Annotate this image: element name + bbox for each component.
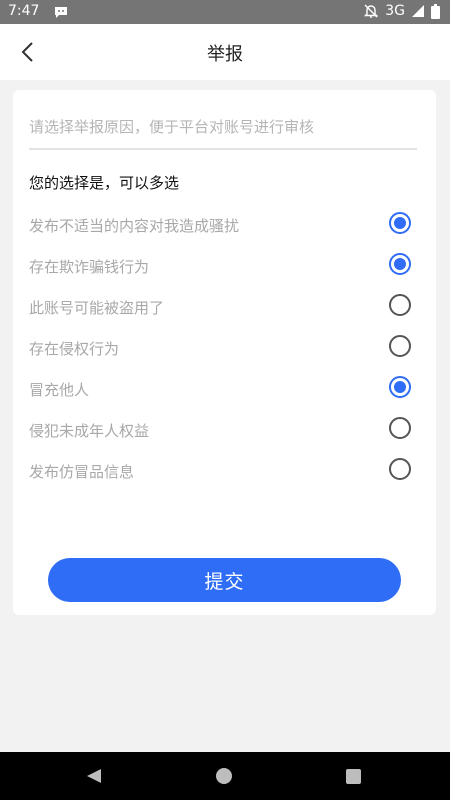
report-card: 您的选择是，可以多选 发布不适当的内容对我造成骚扰 存在欺诈骗钱行为 此账号可能…	[13, 90, 436, 615]
option-label: 冒充他人	[29, 381, 90, 399]
radio-button[interactable]	[389, 294, 411, 316]
navigation-bar	[0, 752, 450, 800]
option-row[interactable]: 发布仿冒品信息	[13, 452, 436, 488]
option-label: 此账号可能被盗用了	[29, 299, 165, 317]
nav-back-button[interactable]	[86, 768, 102, 788]
status-time: 7:47	[8, 3, 40, 19]
status-bar: 7:47 3G	[0, 0, 450, 24]
submit-button[interactable]: 提交	[48, 558, 401, 602]
triangle-back-icon	[87, 769, 101, 783]
signal-icon	[411, 4, 425, 18]
network-type: 3G	[385, 3, 405, 19]
option-row[interactable]: 存在欺诈骗钱行为	[13, 247, 436, 283]
nav-recents-button[interactable]	[346, 769, 361, 784]
radio-button[interactable]	[389, 376, 411, 398]
option-row[interactable]: 发布不适当的内容对我造成骚扰	[13, 206, 436, 242]
option-row[interactable]: 此账号可能被盗用了	[13, 288, 436, 324]
chat-bubble-icon	[53, 4, 69, 20]
app-header: 举报	[0, 24, 450, 80]
section-title: 您的选择是，可以多选	[29, 174, 180, 192]
radio-button[interactable]	[389, 417, 411, 439]
reason-input[interactable]	[29, 112, 416, 142]
option-label: 存在欺诈骗钱行为	[29, 258, 150, 276]
radio-button[interactable]	[389, 335, 411, 357]
bell-off-icon	[363, 3, 379, 19]
option-label: 存在侵权行为	[29, 340, 120, 358]
option-row[interactable]: 侵犯未成年人权益	[13, 411, 436, 447]
input-underline	[29, 148, 417, 150]
battery-icon	[431, 3, 440, 19]
option-row[interactable]: 存在侵权行为	[13, 329, 436, 365]
status-icons: 3G	[363, 3, 440, 19]
radio-button[interactable]	[389, 212, 411, 234]
option-row[interactable]: 冒充他人	[13, 370, 436, 406]
option-label: 发布不适当的内容对我造成骚扰	[29, 217, 240, 235]
option-label: 侵犯未成年人权益	[29, 422, 150, 440]
option-label: 发布仿冒品信息	[29, 463, 135, 481]
radio-button[interactable]	[389, 253, 411, 275]
page-title: 举报	[207, 44, 243, 65]
radio-button[interactable]	[389, 458, 411, 480]
nav-home-button[interactable]	[216, 768, 232, 784]
